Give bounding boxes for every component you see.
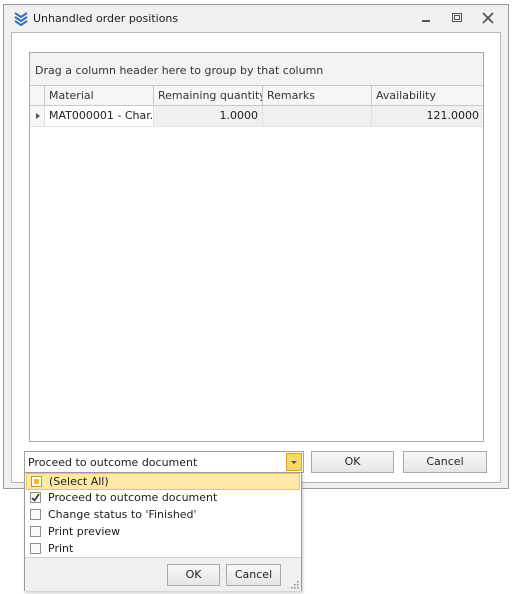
cell-remaining-quantity[interactable]: 1.0000: [154, 106, 263, 126]
checkbox-checked[interactable]: [30, 492, 41, 503]
option-print-preview[interactable]: Print preview: [26, 524, 300, 541]
resize-grip-icon[interactable]: [290, 580, 299, 589]
row-indicator[interactable]: [30, 106, 45, 126]
checkbox-partial[interactable]: [31, 476, 42, 487]
positions-grid[interactable]: Drag a column header here to group by th…: [29, 52, 484, 442]
chevrons-down-icon: [14, 12, 28, 27]
table-row[interactable]: MAT000001 - Char... 1.0000 121.0000: [30, 106, 483, 127]
dropdown-popup: (Select All) Proceed to outcome document…: [24, 472, 302, 591]
dropdown-button[interactable]: [286, 453, 302, 471]
minimize-icon[interactable]: [419, 12, 433, 24]
title-bar[interactable]: Unhandled order positions: [4, 5, 508, 32]
option-proceed[interactable]: Proceed to outcome document: [26, 490, 300, 507]
column-header-remarks[interactable]: Remarks: [263, 86, 372, 105]
cell-material[interactable]: MAT000001 - Char...: [45, 106, 154, 126]
column-header-remaining-quantity[interactable]: Remaining quantity: [154, 86, 263, 105]
group-panel-text: Drag a column header here to group by th…: [35, 64, 324, 77]
close-icon[interactable]: [481, 12, 495, 24]
restore-icon[interactable]: [450, 12, 464, 24]
chevron-down-icon: [291, 461, 297, 464]
caret-right-icon: [36, 113, 40, 119]
option-print[interactable]: Print: [26, 541, 300, 558]
column-header-material[interactable]: Material: [45, 86, 154, 105]
option-change-status[interactable]: Change status to 'Finished': [26, 507, 300, 524]
popup-cancel-button[interactable]: Cancel: [226, 564, 281, 586]
option-label: (Select All): [49, 475, 109, 488]
group-panel[interactable]: Drag a column header here to group by th…: [30, 53, 483, 86]
option-label: Change status to 'Finished': [48, 508, 197, 521]
row-indicator-header: [30, 86, 45, 105]
column-header-availability[interactable]: Availability: [372, 86, 483, 105]
window-title: Unhandled order positions: [33, 12, 179, 25]
action-select-value: Proceed to outcome document: [28, 456, 198, 469]
option-label: Print: [48, 542, 74, 555]
ok-button[interactable]: OK: [311, 451, 394, 473]
cell-availability[interactable]: 121.0000: [372, 106, 483, 126]
action-select[interactable]: Proceed to outcome document: [24, 451, 304, 473]
option-label: Proceed to outcome document: [48, 491, 218, 504]
column-headers: Material Remaining quantity Remarks Avai…: [30, 86, 483, 106]
checkbox-unchecked[interactable]: [30, 509, 41, 520]
option-label: Print preview: [48, 525, 121, 538]
checkbox-unchecked[interactable]: [30, 543, 41, 554]
option-select-all[interactable]: (Select All): [26, 473, 300, 490]
cancel-button[interactable]: Cancel: [403, 451, 487, 473]
cell-remarks[interactable]: [263, 106, 372, 126]
popup-ok-button[interactable]: OK: [167, 564, 220, 586]
dialog-content: Drag a column header here to group by th…: [11, 32, 501, 483]
popup-footer: OK Cancel: [25, 557, 301, 591]
dialog-window: Unhandled order positions Drag a column …: [3, 4, 509, 489]
checkbox-unchecked[interactable]: [30, 526, 41, 537]
checkmark-icon: [31, 493, 40, 502]
